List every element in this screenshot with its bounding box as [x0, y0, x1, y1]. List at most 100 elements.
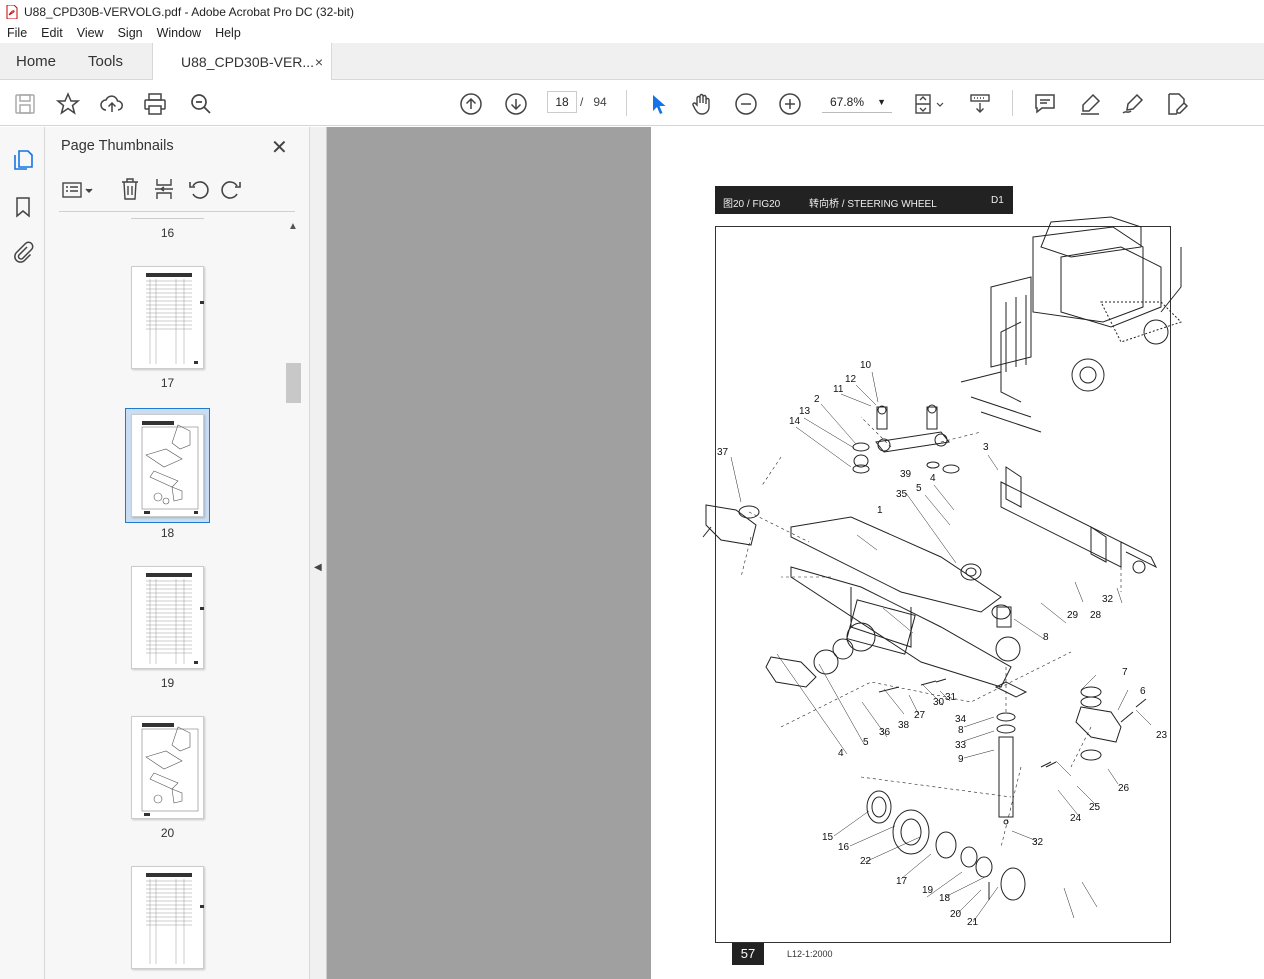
menu-edit[interactable]: Edit	[34, 26, 70, 40]
viewer-background	[327, 127, 651, 979]
zoom-value: 67.8%	[830, 95, 865, 109]
zoom-out-icon[interactable]	[734, 92, 758, 116]
insert-page-icon[interactable]	[153, 177, 175, 206]
thumbnail-list: 16 17 18 19 20	[59, 213, 287, 979]
panel-collapse-handle[interactable]: ◀	[310, 127, 327, 979]
callout-label: 24	[1070, 813, 1082, 824]
save-icon[interactable]	[13, 92, 37, 116]
next-page-icon[interactable]	[504, 92, 528, 116]
callout-label: 26	[1118, 783, 1130, 794]
toolbar-divider	[626, 90, 627, 116]
hand-tool-icon[interactable]	[690, 92, 714, 116]
highlight-pen-icon[interactable]	[1078, 92, 1102, 116]
callout-label: 14	[789, 416, 801, 427]
thumbnail-toolbar	[59, 177, 295, 203]
print-icon[interactable]	[143, 92, 167, 116]
delete-page-icon[interactable]	[119, 177, 141, 206]
fill-sign-icon[interactable]	[1165, 92, 1189, 116]
callout-label: 15	[822, 832, 834, 843]
options-menu-icon[interactable]	[61, 179, 95, 206]
upload-cloud-icon[interactable]	[100, 92, 124, 116]
callout-label: 10	[860, 360, 872, 371]
tab-document[interactable]: U88_CPD30B-VER... ×	[152, 43, 332, 81]
menu-file[interactable]: File	[0, 26, 34, 40]
callout-label: 16	[838, 842, 850, 853]
callout-label: 18	[939, 893, 951, 904]
menu-help[interactable]: Help	[208, 26, 248, 40]
page-number-input[interactable]: 18	[547, 91, 577, 113]
callout-label: 17	[896, 876, 908, 887]
tab-home[interactable]: Home	[16, 43, 56, 80]
title-bar: U88_CPD30B-VERVOLG.pdf - Adobe Acrobat P…	[0, 0, 1264, 23]
toolbar-divider	[1012, 90, 1013, 116]
thumbnail-label: 18	[160, 526, 175, 540]
thumbnail-page-19[interactable]	[131, 566, 204, 669]
zoom-in-icon[interactable]	[778, 92, 802, 116]
callout-label: 35	[896, 489, 908, 500]
thumbnail-page-21[interactable]	[131, 866, 204, 969]
callout-label: 38	[898, 720, 910, 731]
attachments-icon[interactable]	[12, 241, 34, 263]
rotate-left-icon[interactable]	[187, 178, 209, 205]
chevron-down-icon: ▼	[877, 97, 886, 107]
zoom-dropdown[interactable]: 67.8% ▼	[822, 91, 892, 113]
thumbnail-label: 20	[160, 826, 175, 840]
scrollbar-thumb[interactable]	[286, 363, 301, 403]
thumbnail-bottom-edge	[131, 218, 204, 219]
thumbnail-label: 17	[160, 376, 175, 390]
callout-label: 27	[914, 710, 926, 721]
callout-label: 20	[950, 909, 962, 920]
page-fit-icon[interactable]	[912, 92, 948, 116]
callout-label: 6	[1140, 686, 1146, 697]
callout-label: 31	[945, 692, 957, 703]
callout-label: 23	[1156, 730, 1168, 741]
callout-label: 21	[967, 917, 979, 928]
toolbar	[0, 80, 1264, 126]
tab-bar: Home Tools U88_CPD30B-VER... ×	[0, 43, 1264, 81]
thumbnail-page-17[interactable]	[131, 266, 204, 369]
callout-label: 5	[863, 737, 869, 748]
draw-sign-icon[interactable]	[1121, 92, 1145, 116]
scroll-up-icon[interactable]: ▲	[288, 221, 298, 232]
exploded-diagram	[702, 216, 1182, 923]
pdf-icon	[6, 4, 18, 19]
rotate-right-icon[interactable]	[221, 178, 243, 205]
pdf-page: 图20 / FIG20 转向桥 / STEERING WHEEL D1 10 1…	[651, 127, 1264, 979]
thumbnail-page-18[interactable]	[131, 414, 204, 517]
callout-label: 25	[1089, 802, 1101, 813]
page-number-badge: 57	[732, 943, 764, 965]
callout-label: 33	[955, 740, 967, 751]
callout-label: 3	[983, 442, 989, 453]
menu-view[interactable]: View	[70, 26, 111, 40]
comment-icon[interactable]	[1033, 92, 1057, 116]
previous-page-icon[interactable]	[459, 92, 483, 116]
thumbnail-page-20[interactable]	[131, 716, 204, 819]
callout-label: 36	[879, 727, 891, 738]
callout-label: 8	[1043, 632, 1049, 643]
callout-label: 29	[1067, 610, 1079, 621]
thumbnail-label: 19	[160, 676, 175, 690]
close-icon[interactable]: ✕	[271, 135, 288, 160]
tab-tools[interactable]: Tools	[88, 43, 123, 80]
page-separator: /	[580, 95, 584, 109]
page-thumbnails-icon[interactable]	[12, 149, 34, 171]
menu-window[interactable]: Window	[150, 26, 208, 40]
callout-label: 5	[916, 483, 922, 494]
collapse-arrow-icon: ◀	[314, 562, 322, 573]
callout-label: 28	[1090, 610, 1102, 621]
zoom-search-icon[interactable]	[189, 92, 213, 116]
panel-title: Page Thumbnails	[61, 138, 174, 154]
scroll-mode-icon[interactable]	[968, 92, 992, 116]
menu-sign[interactable]: Sign	[111, 26, 150, 40]
callout-label: 13	[799, 406, 811, 417]
callout-label: 4	[930, 473, 936, 484]
select-cursor-icon[interactable]	[646, 92, 670, 116]
callout-label: 30	[933, 697, 945, 708]
tab-close-icon[interactable]: ×	[315, 54, 323, 70]
thumbnail-scrollbar[interactable]: ▲	[286, 221, 301, 977]
callout-label: 4	[838, 748, 844, 759]
bookmarks-icon[interactable]	[12, 196, 34, 218]
callout-label: 39	[900, 469, 912, 480]
bookmark-star-icon[interactable]	[56, 92, 80, 116]
page-total-count: 94	[593, 95, 607, 109]
